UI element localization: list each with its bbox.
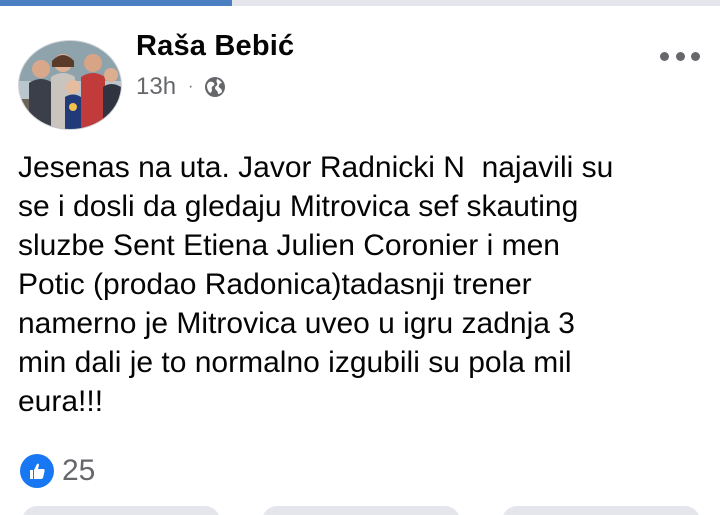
- avatar-photo: [19, 41, 121, 129]
- reaction-count: 25: [62, 454, 96, 487]
- meta-separator: ·: [188, 78, 194, 95]
- facebook-post: Raša Bebić 13h · Jesenas na uta. Javor R…: [0, 0, 720, 515]
- more-options-button[interactable]: [660, 44, 700, 68]
- post-body-text: Jesenas na uta. Javor Radnicki N najavil…: [18, 151, 614, 418]
- more-horizontal-icon-dot: [691, 51, 700, 61]
- post-meta: 13h ·: [136, 72, 227, 102]
- tab-indicator-active: [0, 0, 232, 6]
- author-name[interactable]: Raša Bebić: [136, 30, 294, 63]
- like-action-button[interactable]: [22, 506, 220, 515]
- more-horizontal-icon-dot: [675, 51, 685, 61]
- more-horizontal-icon: [660, 51, 669, 61]
- post-timestamp[interactable]: 13h: [136, 73, 176, 101]
- share-action-button[interactable]: [502, 506, 700, 515]
- comment-action-button[interactable]: [262, 506, 460, 515]
- avatar[interactable]: [18, 40, 122, 130]
- reactions-summary[interactable]: 25: [20, 452, 95, 490]
- like-icon: [20, 454, 54, 488]
- globe-icon[interactable]: [203, 75, 227, 99]
